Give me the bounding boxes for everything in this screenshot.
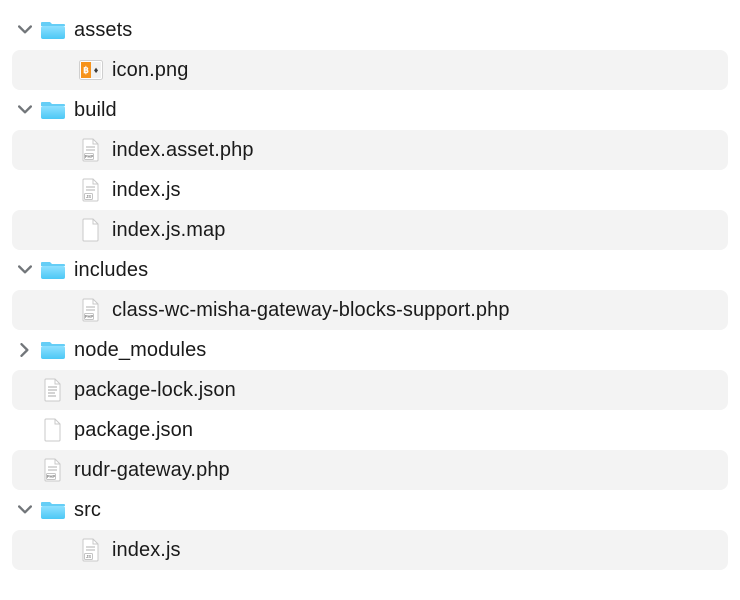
folder-name: node_modules: [68, 339, 206, 362]
file-name: package.json: [68, 419, 193, 442]
svg-text:♦: ♦: [94, 65, 99, 75]
file-row[interactable]: index.js.map: [12, 210, 728, 250]
folder-icon: [38, 19, 68, 41]
chevron-down-icon[interactable]: [18, 504, 32, 516]
file-name: index.asset.php: [106, 139, 254, 162]
file-row[interactable]: PHP class-wc-misha-gateway-blocks-suppor…: [12, 290, 728, 330]
file-name: icon.png: [106, 59, 188, 82]
file-name: index.js.map: [106, 219, 225, 242]
file-name: index.js: [106, 179, 181, 202]
folder-row[interactable]: assets: [12, 10, 728, 50]
chevron-down-icon[interactable]: [18, 24, 32, 36]
folder-name: assets: [68, 19, 132, 42]
file-row[interactable]: PHP index.asset.php: [12, 130, 728, 170]
chevron-right-icon[interactable]: [19, 343, 31, 357]
file-name: rudr-gateway.php: [68, 459, 230, 482]
svg-text:JS: JS: [86, 194, 91, 199]
file-name: package-lock.json: [68, 379, 236, 402]
svg-text:฿: ฿: [83, 65, 89, 75]
file-name: class-wc-misha-gateway-blocks-support.ph…: [106, 299, 510, 322]
folder-name: build: [68, 99, 117, 122]
folder-row[interactable]: build: [12, 90, 728, 130]
folder-icon: [38, 259, 68, 281]
svg-text:PHP: PHP: [85, 314, 94, 319]
svg-text:JS: JS: [86, 554, 91, 559]
generic-file-icon: [76, 218, 106, 242]
svg-text:PHP: PHP: [47, 474, 56, 479]
file-row[interactable]: package.json: [12, 410, 728, 450]
folder-icon: [38, 499, 68, 521]
folder-row[interactable]: src: [12, 490, 728, 530]
svg-text:PHP: PHP: [85, 154, 94, 159]
file-row[interactable]: package-lock.json: [12, 370, 728, 410]
file-row[interactable]: JS index.js: [12, 170, 728, 210]
file-row[interactable]: PHP rudr-gateway.php: [12, 450, 728, 490]
folder-row[interactable]: includes: [12, 250, 728, 290]
file-name: index.js: [106, 539, 181, 562]
txt-file-icon: [38, 378, 68, 402]
chevron-down-icon[interactable]: [18, 264, 32, 276]
folder-name: src: [68, 499, 101, 522]
chevron-down-icon[interactable]: [18, 104, 32, 116]
folder-icon: [38, 339, 68, 361]
folder-name: includes: [68, 259, 148, 282]
js-file-icon: JS: [76, 538, 106, 562]
generic-file-icon: [38, 418, 68, 442]
php-file-icon: PHP: [38, 458, 68, 482]
js-file-icon: JS: [76, 178, 106, 202]
php-file-icon: PHP: [76, 298, 106, 322]
php-file-icon: PHP: [76, 138, 106, 162]
file-row[interactable]: JS index.js: [12, 530, 728, 570]
file-row[interactable]: ฿ ♦ icon.png: [12, 50, 728, 90]
png-file-icon: ฿ ♦: [76, 60, 106, 80]
folder-row[interactable]: node_modules: [12, 330, 728, 370]
file-tree: assets ฿ ♦ icon.png build PHP index.asse…: [12, 10, 728, 570]
folder-icon: [38, 99, 68, 121]
